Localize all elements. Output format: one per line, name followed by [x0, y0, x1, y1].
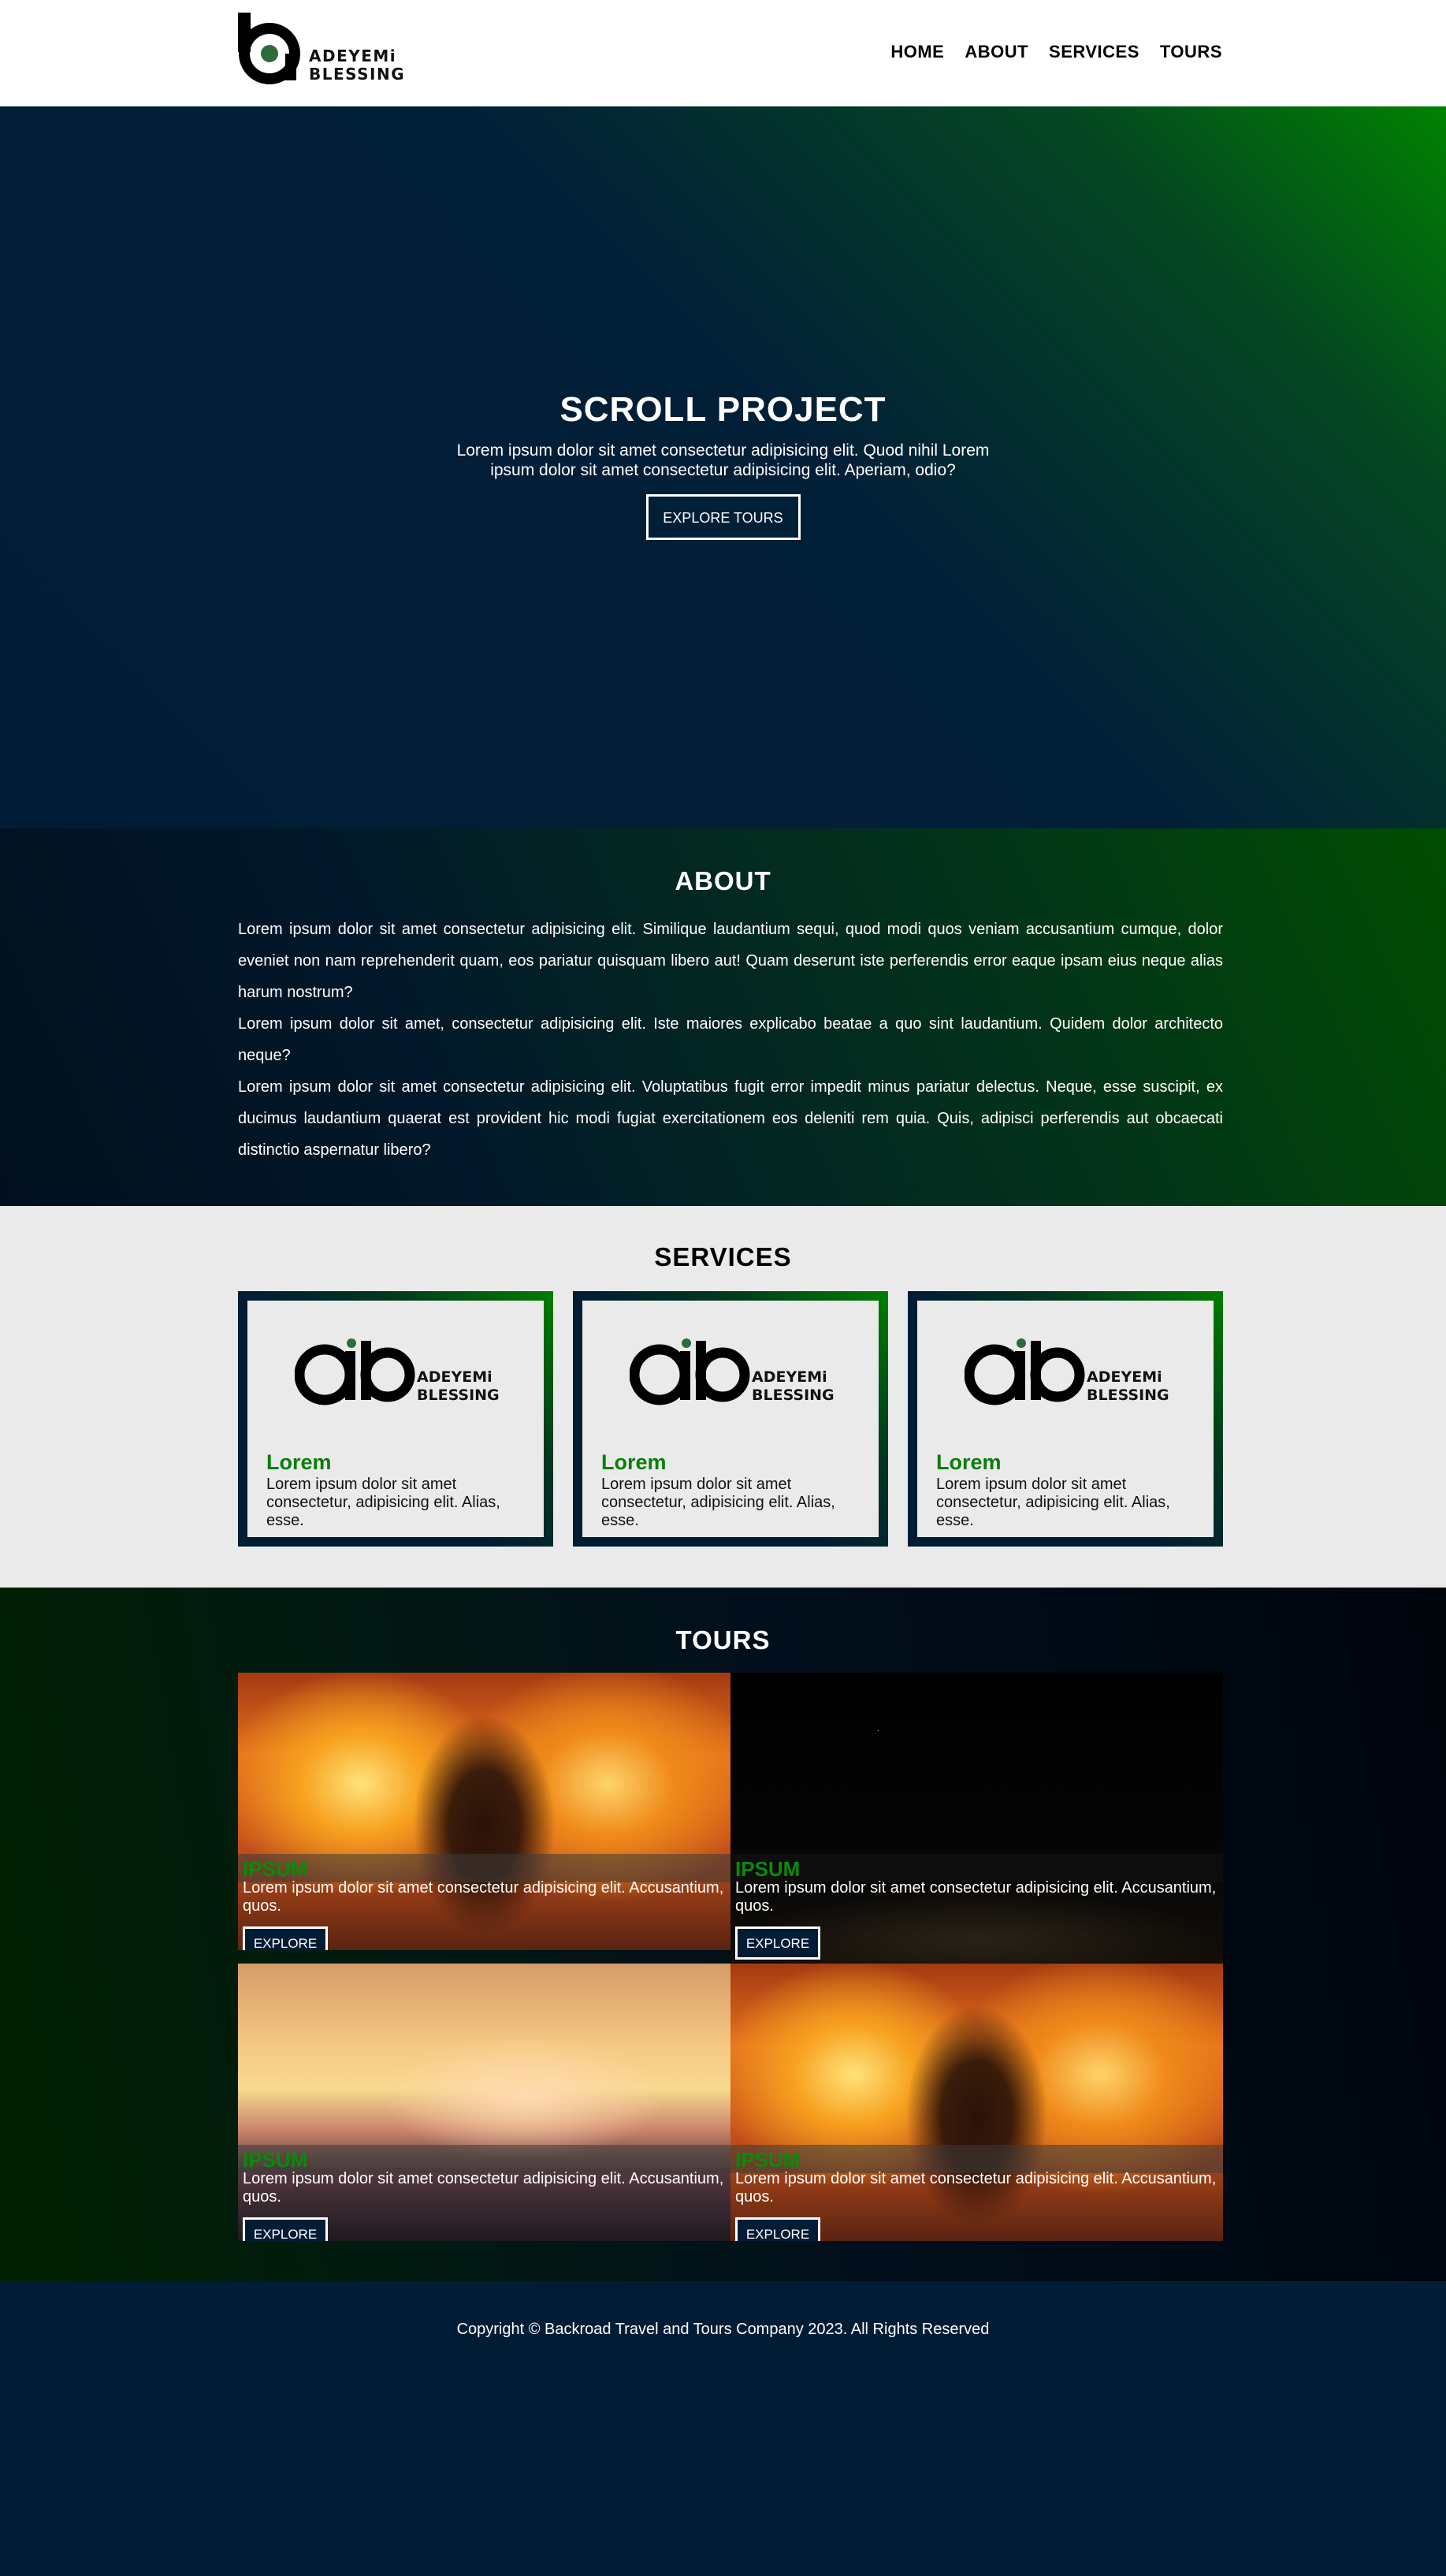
tour-card: IPSUM Lorem ipsum dolor sit amet consect…: [730, 1673, 1223, 1963]
services-section: SERVICES ADEYEMi BLESSING Lorem Lorem ip…: [0, 1206, 1446, 1588]
svg-text:BLESSING: BLESSING: [752, 1387, 835, 1404]
nav-link-tours[interactable]: TOURS: [1160, 42, 1222, 62]
tours-title: TOURS: [675, 1625, 771, 1655]
nav-link-home[interactable]: HOME: [890, 42, 944, 62]
tour-explore-button[interactable]: EXPLORE: [735, 2217, 820, 2241]
tour-image: [730, 1673, 1223, 1963]
top-navbar: ADEYEMi BLESSING HOME ABOUT SERVICES TOU…: [0, 0, 1446, 106]
tour-explore-button[interactable]: EXPLORE: [735, 1926, 820, 1960]
tour-card: IPSUM Lorem ipsum dolor sit amet consect…: [238, 1673, 730, 1950]
nav-link-services[interactable]: SERVICES: [1049, 42, 1139, 62]
service-card-text: Lorem ipsum dolor sit amet consectetur, …: [601, 1476, 835, 1529]
brand-logo-icon: ADEYEMi BLESSING: [630, 1338, 835, 1405]
tour-explore-button[interactable]: EXPLORE: [243, 2217, 328, 2241]
tour-explore-button[interactable]: EXPLORE: [243, 1926, 328, 1950]
service-card-title: Lorem: [601, 1450, 667, 1474]
brand-logo[interactable]: ADEYEMi BLESSING: [238, 13, 404, 87]
tour-description: Lorem ipsum dolor sit amet consectetur a…: [735, 2170, 1217, 2206]
service-card-text: Lorem ipsum dolor sit amet consectetur, …: [936, 1476, 1170, 1529]
main-menu: HOME ABOUT SERVICES TOURS: [890, 42, 1222, 62]
svg-text:BLESSING: BLESSING: [417, 1387, 500, 1404]
tours-section: TOURS IPSUM Lorem ipsum dolor sit amet c…: [0, 1588, 1446, 2281]
site-footer: Copyright © Backroad Travel and Tours Co…: [0, 2281, 1446, 2576]
copyright-text: Copyright © Backroad Travel and Tours Co…: [456, 2321, 990, 2338]
tour-name: IPSUM: [243, 1857, 308, 1881]
service-card: ADEYEMi BLESSING Lorem Lorem ipsum dolor…: [238, 1291, 553, 1547]
brand-name-line1: ADEYEMi: [309, 47, 397, 65]
tour-card: IPSUM Lorem ipsum dolor sit amet consect…: [238, 1964, 730, 2241]
nav-link-about[interactable]: ABOUT: [965, 42, 1028, 62]
service-card: ADEYEMi BLESSING Lorem Lorem ipsum dolor…: [908, 1291, 1223, 1547]
svg-text:ADEYEMi: ADEYEMi: [752, 1368, 827, 1386]
tour-description: Lorem ipsum dolor sit amet consectetur a…: [243, 2170, 724, 2206]
about-paragraph: Lorem ipsum dolor sit amet consectetur a…: [238, 1078, 1223, 1159]
tour-description: Lorem ipsum dolor sit amet consectetur a…: [243, 1879, 724, 1915]
svg-text:ADEYEMi: ADEYEMi: [1087, 1368, 1162, 1386]
about-section: ABOUT Lorem ipsum dolor sit amet consect…: [0, 828, 1446, 1206]
brand-logo-icon: ADEYEMi BLESSING: [965, 1338, 1169, 1405]
services-title: SERVICES: [654, 1242, 792, 1271]
tour-description: Lorem ipsum dolor sit amet consectetur a…: [735, 1879, 1217, 1915]
tour-name: IPSUM: [243, 2148, 308, 2172]
logo-mark-icon: [238, 13, 300, 84]
about-paragraph: Lorem ipsum dolor sit amet consectetur a…: [238, 921, 1223, 1001]
service-card: ADEYEMi BLESSING Lorem Lorem ipsum dolor…: [573, 1291, 888, 1547]
service-card-title: Lorem: [936, 1450, 1002, 1474]
brand-logo-icon: ADEYEMi BLESSING: [295, 1338, 500, 1405]
svg-text:BLESSING: BLESSING: [1087, 1387, 1169, 1404]
about-title: ABOUT: [675, 866, 771, 895]
service-card-text: Lorem ipsum dolor sit amet consectetur, …: [266, 1476, 500, 1529]
brand-name-line2: BLESSING: [309, 65, 406, 84]
hero-section: SCROLL PROJECT Lorem ipsum dolor sit ame…: [0, 106, 1446, 828]
hero-description: Lorem ipsum dolor sit amet consectetur a…: [456, 441, 990, 479]
svg-text:ADEYEMi: ADEYEMi: [417, 1368, 493, 1386]
explore-tours-button[interactable]: EXPLORE TOURS: [645, 494, 801, 540]
tour-name: IPSUM: [735, 1857, 801, 1881]
about-paragraph: Lorem ipsum dolor sit amet, consectetur …: [238, 1015, 1223, 1064]
tour-card: IPSUM Lorem ipsum dolor sit amet consect…: [730, 1964, 1223, 2241]
hero-title: SCROLL PROJECT: [559, 390, 887, 429]
tour-name: IPSUM: [735, 2148, 801, 2172]
service-card-title: Lorem: [266, 1450, 332, 1474]
